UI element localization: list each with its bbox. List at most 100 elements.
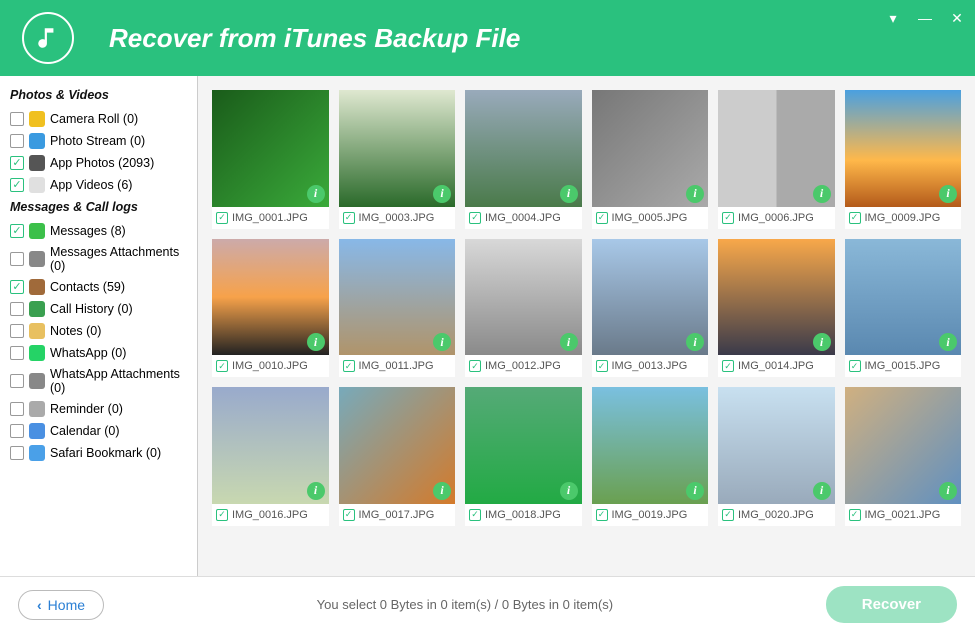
checkbox[interactable] xyxy=(10,424,24,438)
photo-thumb[interactable]: i IMG_0015.JPG xyxy=(845,239,962,378)
checkbox[interactable] xyxy=(469,509,481,521)
checkbox[interactable] xyxy=(10,346,24,360)
checkbox[interactable] xyxy=(849,360,861,372)
photo-thumb[interactable]: iIMG_0019.JPG xyxy=(592,387,709,526)
app-logo xyxy=(22,12,74,64)
photo-thumb[interactable]: iIMG_0005.JPG xyxy=(592,90,709,229)
info-icon[interactable]: i xyxy=(560,333,578,351)
sidebar-item[interactable]: Messages Attachments (0) xyxy=(10,242,187,276)
checkbox[interactable] xyxy=(343,509,355,521)
checkbox[interactable] xyxy=(596,212,608,224)
thumb-image: i xyxy=(592,90,709,207)
sidebar-item[interactable]: Contacts (59) xyxy=(10,276,187,298)
checkbox[interactable] xyxy=(343,212,355,224)
info-icon[interactable]: i xyxy=(813,185,831,203)
thumb-filename: IMG_0015.JPG xyxy=(865,360,941,372)
checkbox[interactable] xyxy=(596,509,608,521)
checkbox[interactable] xyxy=(849,212,861,224)
category-icon xyxy=(29,223,45,239)
photo-thumb[interactable]: i IMG_0001.JPG xyxy=(212,90,329,229)
checkbox[interactable] xyxy=(469,212,481,224)
checkbox[interactable] xyxy=(10,224,24,238)
info-icon[interactable]: i xyxy=(686,185,704,203)
info-icon[interactable]: i xyxy=(433,482,451,500)
info-icon[interactable]: i xyxy=(686,333,704,351)
sidebar-item[interactable]: App Videos (6) xyxy=(10,174,187,196)
info-icon[interactable]: i xyxy=(433,185,451,203)
photo-thumb[interactable]: iIMG_0017.JPG xyxy=(339,387,456,526)
info-icon[interactable]: i xyxy=(686,482,704,500)
checkbox[interactable] xyxy=(216,360,228,372)
info-icon[interactable]: i xyxy=(307,482,325,500)
checkbox[interactable] xyxy=(10,402,24,416)
checkbox[interactable] xyxy=(469,360,481,372)
checkbox[interactable] xyxy=(849,509,861,521)
checkbox[interactable] xyxy=(722,360,734,372)
category-icon xyxy=(29,301,45,317)
checkbox[interactable] xyxy=(10,374,24,388)
sidebar-item[interactable]: WhatsApp Attachments (0) xyxy=(10,364,187,398)
checkbox[interactable] xyxy=(722,509,734,521)
checkbox[interactable] xyxy=(10,156,24,170)
photo-thumb[interactable]: iIMG_0010.JPG xyxy=(212,239,329,378)
checkbox[interactable] xyxy=(10,280,24,294)
minimize-icon[interactable]: — xyxy=(917,10,933,27)
photo-thumb[interactable]: i IMG_0013.JPG xyxy=(592,239,709,378)
checkbox[interactable] xyxy=(10,112,24,126)
sidebar-item[interactable]: Camera Roll (0) xyxy=(10,108,187,130)
photo-thumb[interactable]: iIMG_0006.JPG xyxy=(718,90,835,229)
photo-thumb[interactable]: iIMG_0009.JPG xyxy=(845,90,962,229)
checkbox[interactable] xyxy=(216,212,228,224)
checkbox[interactable] xyxy=(216,509,228,521)
checkbox[interactable] xyxy=(10,302,24,316)
photo-thumb[interactable]: iIMG_0012.JPG xyxy=(465,239,582,378)
checkbox[interactable] xyxy=(10,252,24,266)
photo-thumb[interactable]: iIMG_0014.JPG xyxy=(718,239,835,378)
photo-thumb[interactable]: iIMG_0004.JPG xyxy=(465,90,582,229)
recover-button[interactable]: Recover xyxy=(826,586,957,623)
info-icon[interactable]: i xyxy=(939,482,957,500)
info-icon[interactable]: i xyxy=(307,333,325,351)
photo-thumb[interactable]: iIMG_0016.JPG xyxy=(212,387,329,526)
thumb-image: i xyxy=(718,90,835,207)
checkbox[interactable] xyxy=(10,324,24,338)
checkbox[interactable] xyxy=(10,446,24,460)
sidebar-item[interactable]: Safari Bookmark (0) xyxy=(10,442,187,464)
sidebar-item[interactable]: Messages (8) xyxy=(10,220,187,242)
home-button[interactable]: ‹ Home xyxy=(18,590,104,620)
thumb-filename: IMG_0013.JPG xyxy=(612,360,688,372)
sidebar-item[interactable]: Calendar (0) xyxy=(10,420,187,442)
checkbox[interactable] xyxy=(343,360,355,372)
thumb-image: i xyxy=(212,387,329,504)
info-icon[interactable]: i xyxy=(307,185,325,203)
photo-thumb[interactable]: iIMG_0021.JPG xyxy=(845,387,962,526)
info-icon[interactable]: i xyxy=(939,185,957,203)
info-icon[interactable]: i xyxy=(813,333,831,351)
sidebar-item[interactable]: Photo Stream (0) xyxy=(10,130,187,152)
info-icon[interactable]: i xyxy=(560,185,578,203)
sidebar-item[interactable]: App Photos (2093) xyxy=(10,152,187,174)
sidebar-item[interactable]: Call History (0) xyxy=(10,298,187,320)
checkbox[interactable] xyxy=(722,212,734,224)
checkbox[interactable] xyxy=(10,178,24,192)
photo-thumb[interactable]: iIMG_0011.JPG xyxy=(339,239,456,378)
sidebar-item[interactable]: Reminder (0) xyxy=(10,398,187,420)
checkbox[interactable] xyxy=(10,134,24,148)
thumb-caption: IMG_0001.JPG xyxy=(212,207,329,229)
photo-thumb[interactable]: i IMG_0003.JPG xyxy=(339,90,456,229)
info-icon[interactable]: i xyxy=(813,482,831,500)
sidebar-item-label: Camera Roll (0) xyxy=(50,112,138,126)
info-icon[interactable]: i xyxy=(433,333,451,351)
close-icon[interactable]: ✕ xyxy=(949,10,965,27)
sidebar-item[interactable]: Notes (0) xyxy=(10,320,187,342)
dropdown-icon[interactable]: ▾ xyxy=(885,10,901,27)
photo-thumb[interactable]: iIMG_0018.JPG xyxy=(465,387,582,526)
thumb-image: i xyxy=(845,387,962,504)
thumb-filename: IMG_0003.JPG xyxy=(359,212,435,224)
info-icon[interactable]: i xyxy=(939,333,957,351)
photo-thumb[interactable]: iIMG_0020.JPG xyxy=(718,387,835,526)
info-icon[interactable]: i xyxy=(560,482,578,500)
sidebar-item[interactable]: WhatsApp (0) xyxy=(10,342,187,364)
checkbox[interactable] xyxy=(596,360,608,372)
sidebar-item-label: Messages (8) xyxy=(50,224,126,238)
